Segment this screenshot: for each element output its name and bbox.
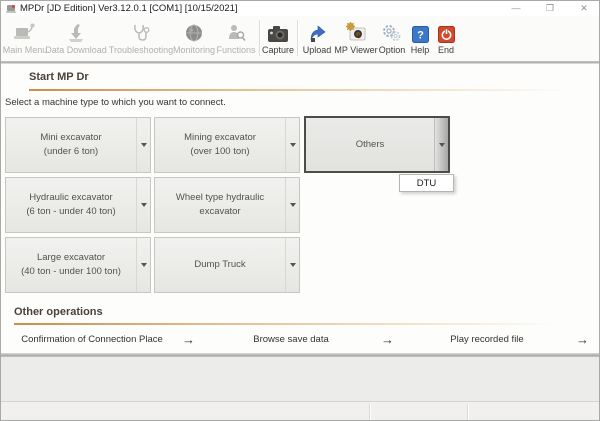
dropdown-arrow-button[interactable] [136,118,150,172]
toolbar-divider [1,61,599,64]
toolbar-item-end[interactable]: End [411,19,481,59]
chevron-down-icon [140,203,147,207]
dropdown-arrow-button[interactable] [285,178,299,232]
machine-button-hydraulic-excavator[interactable]: Hydraulic excavator (6 ton - under 40 to… [5,177,151,233]
link-play-recorded-file[interactable]: Play recorded file → [401,330,589,348]
status-bar [1,401,599,420]
chevron-down-icon [438,142,445,147]
minimize-icon[interactable]: — [507,2,525,15]
machine-button-mining-excavator[interactable]: Mining excavator (over 100 ton) [154,117,300,173]
link-label: Confirmation of Connection Place [21,333,163,345]
others-dropdown-menu: DTU [399,174,454,192]
chevron-down-icon [140,143,147,147]
dropdown-arrow-button[interactable] [285,118,299,172]
machine-button-sublabel: (over 100 ton) [190,146,250,157]
machine-button-label: Wheel type hydraulic excavator [175,192,265,217]
machine-button-sublabel: (under 6 ton) [43,146,99,157]
end-icon [411,19,481,43]
machine-button-label: Mini excavator [40,132,102,144]
machine-button-label: Mining excavator [184,132,256,144]
dropdown-arrow-button[interactable] [434,118,448,171]
other-operations-rule [14,323,586,325]
window-title: MPDr [JD Edition] Ver3.12.0.1 [COM1] [10… [20,3,238,14]
dropdown-arrow-button[interactable] [136,178,150,232]
chevron-down-icon [289,263,296,267]
title-bar: MPDr [JD Edition] Ver3.12.0.1 [COM1] [10… [1,1,599,16]
machine-button-label: Dump Truck [194,259,246,271]
close-icon[interactable]: ✕ [575,2,593,15]
machine-button-sublabel: (40 ton - under 100 ton) [21,266,121,277]
toolbar: Main Menu Data Download Troubleshooting [1,16,599,61]
arrow-right-icon: → [576,331,589,347]
machine-button-label: Hydraulic excavator [29,192,113,204]
machine-button-others[interactable]: Others [304,116,450,173]
status-bar-separator [467,404,469,420]
menu-item-dtu[interactable]: DTU [400,175,453,191]
maximize-icon[interactable]: ❐ [541,2,559,15]
chevron-down-icon [289,143,296,147]
other-operations-heading: Other operations [14,306,103,318]
app-window: MPDr [JD Edition] Ver3.12.0.1 [COM1] [10… [0,0,600,421]
machine-button-label: Large excavator [36,252,106,264]
machine-button-dump-truck[interactable]: Dump Truck [154,237,300,293]
machine-button-sublabel: (6 ton - under 40 ton) [26,206,116,217]
footer-panel: Connect(C) [1,357,599,401]
page-title: Start MP Dr [29,71,89,83]
app-icon [6,4,16,14]
chevron-down-icon [289,203,296,207]
link-label: Browse save data [253,333,329,345]
link-confirmation-of-connection-place[interactable]: Confirmation of Connection Place → [5,330,195,348]
machine-button-mini-excavator[interactable]: Mini excavator (under 6 ton) [5,117,151,173]
machine-button-large-excavator[interactable]: Large excavator (40 ton - under 100 ton) [5,237,151,293]
window-controls: — ❐ ✕ [507,1,593,16]
heading-rule [29,89,596,91]
status-bar-separator [369,404,371,420]
chevron-down-icon [140,263,147,267]
instruction-text: Select a machine type to which you want … [5,97,226,108]
machine-button-label: Others [355,138,385,150]
dropdown-arrow-button[interactable] [136,238,150,292]
arrow-right-icon: → [381,331,394,347]
machine-button-wheel-type-hydraulic-excavator[interactable]: Wheel type hydraulic excavator [154,177,300,233]
link-label: Play recorded file [450,333,524,345]
toolbar-item-data-download: Data Download [41,19,111,59]
arrow-right-icon: → [182,331,195,347]
data-download-icon [41,19,111,43]
link-browse-save-data[interactable]: Browse save data → [204,330,394,348]
dropdown-arrow-button[interactable] [285,238,299,292]
